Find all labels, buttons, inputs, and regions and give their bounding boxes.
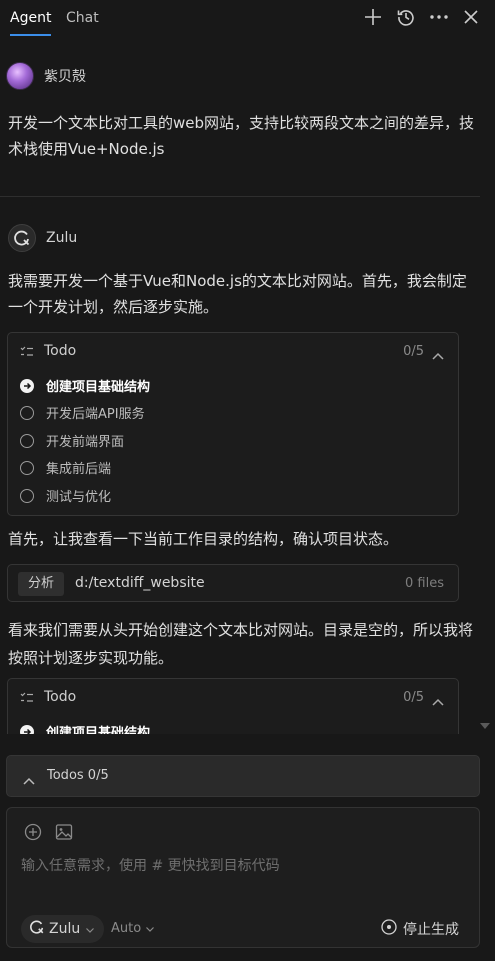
- stop-generation-button[interactable]: 停止生成: [381, 919, 459, 939]
- panel-header: Agent Chat: [0, 0, 495, 40]
- chat-input-box: Zulu Auto 停止生成: [6, 807, 480, 948]
- todo-header[interactable]: Todo 0/5: [8, 333, 458, 371]
- directory-path: d:/textdiff_website: [75, 575, 205, 591]
- todo-title: Todo: [44, 689, 77, 705]
- pending-circle-icon: [20, 488, 34, 503]
- chevron-up-icon: [23, 770, 35, 789]
- model-selector[interactable]: Zulu: [21, 915, 105, 943]
- bot-message: 首先，让我查看一下当前工作目录的结构，确认项目状态。: [8, 530, 399, 548]
- checklist-icon: [20, 690, 34, 709]
- chevron-up-icon[interactable]: [432, 345, 444, 364]
- image-upload-icon[interactable]: [55, 823, 73, 845]
- pending-circle-icon: [20, 405, 34, 420]
- chevron-down-icon: [146, 921, 155, 936]
- todos-summary-label: Todos 0/5: [47, 768, 109, 783]
- todo-item-label: 集成前后端: [46, 462, 112, 477]
- tab-chat[interactable]: Chat: [66, 10, 99, 26]
- mode-selector[interactable]: Auto: [111, 921, 155, 936]
- close-icon[interactable]: [460, 6, 482, 28]
- more-options-icon[interactable]: [428, 6, 450, 28]
- todo-header[interactable]: Todo 0/5: [8, 679, 458, 717]
- active-tab-indicator: [10, 34, 51, 36]
- todo-card: Todo 0/5 创建项目基础结构: [7, 678, 459, 734]
- todo-item-label: 开发后端API服务: [46, 407, 145, 422]
- todo-item-label: 创建项目基础结构: [46, 726, 151, 734]
- bot-header: Zulu: [8, 224, 77, 252]
- checklist-icon: [20, 344, 34, 363]
- todos-summary-bar[interactable]: Todos 0/5: [6, 755, 480, 797]
- in-progress-icon: [20, 378, 34, 393]
- pending-circle-icon: [20, 460, 34, 475]
- chevron-up-icon[interactable]: [432, 691, 444, 710]
- todo-count: 0/5: [403, 690, 424, 705]
- tool-call-card[interactable]: 分析 d:/textdiff_website 0 files: [7, 564, 459, 602]
- user-name: 紫贝殻: [44, 69, 86, 85]
- chevron-down-icon: [86, 921, 95, 937]
- todo-item: 集成前后端: [20, 458, 111, 477]
- stop-label: 停止生成: [403, 922, 459, 938]
- mode-label: Auto: [111, 921, 142, 936]
- avatar: [6, 62, 34, 90]
- user-header: 紫贝殻: [6, 62, 86, 90]
- divider: [0, 196, 480, 197]
- pending-circle-icon: [20, 433, 34, 448]
- todo-item: 创建项目基础结构: [20, 376, 150, 395]
- scroll-down-icon[interactable]: [480, 714, 490, 733]
- todo-item: 测试与优化: [20, 486, 111, 505]
- tab-agent[interactable]: Agent: [10, 10, 51, 26]
- user-message: 开发一个文本比对工具的web网站，支持比较两段文本之间的差异，技术栈使用Vue+…: [8, 114, 475, 158]
- chat-input[interactable]: [21, 854, 461, 878]
- history-icon[interactable]: [395, 6, 417, 28]
- todo-item-label: 开发前端界面: [46, 435, 125, 450]
- in-progress-icon: [20, 724, 34, 734]
- stop-icon: [381, 919, 397, 939]
- todo-item-label: 测试与优化: [46, 490, 112, 505]
- bot-name: Zulu: [46, 230, 78, 246]
- zulu-logo-icon: [8, 224, 36, 252]
- todo-item: 开发前端界面: [20, 431, 124, 450]
- todo-title: Todo: [44, 343, 77, 359]
- todo-item-label: 创建项目基础结构: [46, 380, 151, 395]
- todo-card: Todo 0/5 创建项目基础结构 开发后端API服务 开发前端界面 集成前后端: [7, 332, 459, 516]
- conversation-area[interactable]: 紫贝殻 开发一个文本比对工具的web网站，支持比较两段文本之间的差异，技术栈使用…: [0, 40, 495, 734]
- new-chat-icon[interactable]: [362, 6, 384, 28]
- bot-message: 我需要开发一个基于Vue和Node.js的文本比对网站。首先，我会制定一个开发计…: [8, 272, 467, 316]
- todo-item: 创建项目基础结构: [20, 722, 150, 734]
- tool-tag: 分析: [18, 572, 65, 596]
- zulu-logo-icon: [29, 919, 45, 939]
- model-label: Zulu: [49, 921, 81, 937]
- add-context-icon[interactable]: [24, 823, 42, 845]
- todo-item: 开发后端API服务: [20, 403, 145, 422]
- bot-message: 看来我们需要从头开始创建这个文本比对网站。目录是空的，所以我将按照计划逐步实现功…: [8, 621, 474, 667]
- todo-count: 0/5: [403, 344, 424, 359]
- file-count: 0 files: [405, 576, 444, 591]
